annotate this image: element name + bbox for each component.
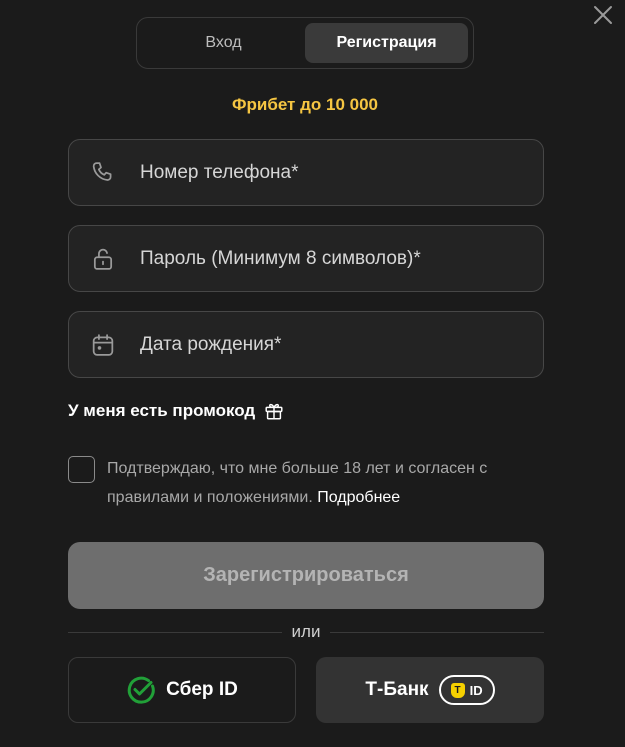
phone-placeholder: Номер телефона* — [140, 161, 299, 183]
password-placeholder: Пароль (Минимум 8 символов)* — [140, 247, 421, 269]
tab-login[interactable]: Вход — [142, 23, 305, 63]
or-divider: или — [68, 620, 545, 644]
tbank-id-badge-text: ID — [469, 682, 483, 698]
promo-code-toggle[interactable]: У меня есть промокод — [68, 400, 285, 422]
birthdate-field[interactable]: Дата рождения* — [68, 311, 544, 378]
register-button[interactable]: Зарегистрироваться — [68, 542, 544, 609]
close-icon — [594, 6, 612, 24]
tbank-id-button[interactable]: Т-Банк Т ID — [316, 657, 544, 723]
sber-logo-icon — [127, 676, 155, 704]
freebet-banner: Фрибет до 10 000 — [231, 95, 379, 114]
password-field[interactable]: Пароль (Минимум 8 символов)* — [68, 225, 544, 292]
tbank-shield-icon: Т — [450, 682, 465, 698]
age-agreement: Подтверждаю, что мне больше 18 лет и сог… — [68, 455, 548, 512]
agreement-details-link[interactable]: Подробнее — [317, 489, 400, 506]
or-label: или — [291, 622, 321, 641]
agreement-body: Подтверждаю, что мне больше 18 лет и сог… — [107, 460, 488, 506]
agreement-text: Подтверждаю, что мне больше 18 лет и сог… — [107, 454, 548, 512]
gift-icon — [265, 403, 283, 420]
lock-icon — [88, 244, 118, 274]
close-button[interactable] — [590, 2, 616, 28]
phone-icon — [88, 158, 118, 188]
calendar-icon — [88, 330, 118, 360]
birthdate-placeholder: Дата рождения* — [140, 333, 282, 355]
divider-line-left — [68, 631, 282, 633]
tbank-id-logo-icon: Т ID — [438, 675, 495, 705]
sber-id-button[interactable]: Сбер ID — [68, 657, 296, 723]
phone-field[interactable]: Номер телефона* — [68, 139, 544, 206]
agreement-checkbox[interactable] — [68, 456, 95, 483]
auth-tabs: Вход Регистрация — [136, 17, 474, 69]
sber-id-label: Сбер ID — [166, 679, 238, 700]
divider-line-right — [330, 631, 545, 633]
tbank-label: Т-Банк — [365, 679, 429, 700]
tab-registration[interactable]: Регистрация — [305, 23, 468, 63]
registration-modal: Вход Регистрация Фрибет до 10 000 Номер … — [0, 0, 625, 747]
promo-code-label: У меня есть промокод — [68, 401, 256, 420]
